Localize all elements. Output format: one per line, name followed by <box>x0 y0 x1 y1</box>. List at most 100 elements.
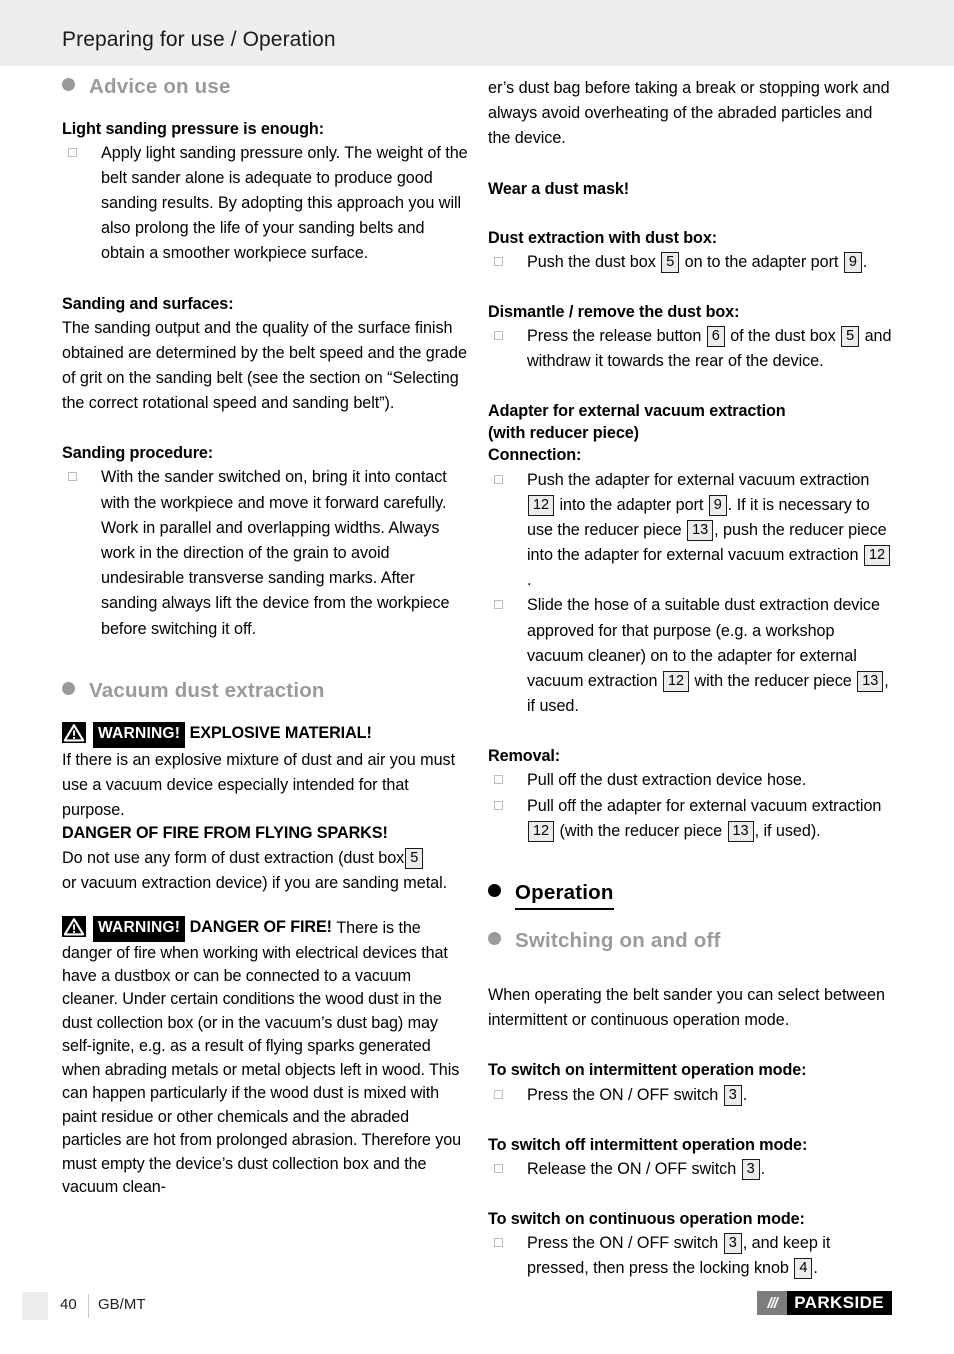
reference-box: 5 <box>405 847 424 869</box>
subheading-adapter-line-2: (with reducer piece) <box>488 424 639 443</box>
page-title: Preparing for use / Operation <box>62 28 336 51</box>
list-item: Release the ON / OFF switch 3. <box>488 1157 894 1182</box>
logo-slashes-icon: /// <box>757 1291 788 1315</box>
page-body: Advice on use Light sanding pressure is … <box>0 75 954 1280</box>
list-item: With the sander switched on, bring it in… <box>62 465 468 641</box>
square-bullet-icon <box>494 330 503 340</box>
list-item-text: Slide the hose of a suitable dust extrac… <box>527 593 894 719</box>
subheading-wear-a-dust-mask: Wear a dust mask! <box>488 179 630 198</box>
paragraph-continued: er’s dust bag before taking a break or s… <box>488 79 890 148</box>
section-title: Switching on and off <box>515 928 721 952</box>
text-segment: , if used). <box>754 821 821 840</box>
list-item-text: Push the dust box 5 on to the adapter po… <box>527 250 894 275</box>
text-segment: . <box>862 252 868 271</box>
square-bullet-icon <box>68 147 77 157</box>
reference-box: 5 <box>661 251 680 273</box>
subheading-sanding-procedure: Sanding procedure: <box>62 444 214 463</box>
parkside-logo: /// PARKSIDE <box>757 1291 892 1315</box>
list-item: Apply light sanding pressure only. The w… <box>62 141 468 267</box>
footer-color-swatch <box>22 1292 48 1320</box>
subheading-light-sanding-pressure: Light sanding pressure is enough: <box>62 119 325 138</box>
list-item: Press the ON / OFF switch 3. <box>488 1083 894 1108</box>
paragraph-sanding-and-surfaces: The sanding output and the quality of th… <box>62 318 467 413</box>
square-bullet-icon <box>494 1238 503 1248</box>
logo-wordmark: PARKSIDE <box>787 1291 892 1315</box>
square-bullet-icon <box>494 600 503 610</box>
bullet-circle-icon <box>62 78 75 91</box>
reference-box: 3 <box>723 1084 742 1106</box>
section-title: Operation <box>515 881 614 910</box>
square-bullet-icon <box>494 1163 503 1173</box>
text-segment: with the reducer piece <box>694 672 852 690</box>
list-item: Press the ON / OFF switch 3, and keep it… <box>488 1231 894 1281</box>
text-segment: Pull off the adapter for external vacuum… <box>527 796 882 815</box>
warning-body-text: There is the danger of fire when working… <box>62 918 462 1197</box>
text-segment: on to the adapter port <box>684 252 839 271</box>
warning-headline: EXPLOSIVE MATERIAL! <box>189 724 372 743</box>
text-segment: Push the adapter for external vacuum ext… <box>527 470 870 489</box>
footer-divider <box>88 1294 89 1318</box>
reference-box: 12 <box>528 820 555 842</box>
reference-box: 13 <box>687 519 714 541</box>
subheading-removal: Removal: <box>488 747 561 766</box>
list-item: Pull off the adapter for external vacuum… <box>488 794 894 844</box>
text-segment: Press the ON / OFF switch <box>527 1085 719 1104</box>
warning-headline: DANGER OF FIRE! <box>189 917 332 936</box>
subheading-switch-off-intermittent: To switch off intermittent operation mod… <box>488 1135 808 1154</box>
reference-box: 12 <box>528 494 555 516</box>
reference-box: 6 <box>706 325 725 348</box>
list-item-text: Pull off the adapter for external vacuum… <box>527 794 894 844</box>
text-segment: Release the ON / OFF switch <box>527 1159 737 1178</box>
list-item-text: Release the ON / OFF switch 3. <box>527 1157 894 1182</box>
section-heading-operation: Operation <box>488 881 894 910</box>
square-bullet-icon <box>494 1089 503 1099</box>
text-segment: Press the ON / OFF switch <box>527 1234 719 1253</box>
reference-box: 9 <box>843 251 862 273</box>
warning-triangle-icon <box>62 722 86 744</box>
reference-box: 5 <box>841 325 860 348</box>
list-item: Push the adapter for external vacuum ext… <box>488 468 894 594</box>
reference-box: 13 <box>727 820 754 842</box>
list-item: Push the dust box 5 on to the adapter po… <box>488 250 894 275</box>
list-item-text: Press the ON / OFF switch 3, and keep it… <box>527 1231 894 1281</box>
text-segment: Press the release button <box>527 326 702 345</box>
text-segment: (with the reducer piece <box>559 821 723 840</box>
warning-banner-fire: WARNING! DANGER OF FIRE! There is the da… <box>62 915 468 1200</box>
warning-tag-label: WARNING! <box>93 915 186 942</box>
text-segment: into the adapter port <box>559 495 704 514</box>
text-segment: . <box>760 1159 766 1178</box>
warning-banner-explosive: WARNING! EXPLOSIVE MATERIAL! <box>62 722 468 748</box>
page-number: 40 <box>60 1296 77 1313</box>
text-segment: . <box>813 1259 818 1278</box>
running-header: Preparing for use / Operation <box>0 0 954 66</box>
square-bullet-icon <box>494 800 503 810</box>
list-item-text: Apply light sanding pressure only. The w… <box>101 143 468 263</box>
language-code: GB/MT <box>98 1296 146 1313</box>
subheading-dismantle-remove-dust-box: Dismantle / remove the dust box: <box>488 302 740 321</box>
reference-box: 3 <box>723 1233 742 1255</box>
square-bullet-icon <box>494 775 503 785</box>
subheading-adapter-line-1: Adapter for external vacuum extraction <box>488 402 786 421</box>
section-heading-advice-on-use: Advice on use <box>62 75 468 99</box>
list-item-text: Push the adapter for external vacuum ext… <box>527 468 894 594</box>
page-footer: 40 GB/MT /// PARKSIDE <box>0 1282 954 1354</box>
square-bullet-icon <box>68 472 77 482</box>
reference-box: 9 <box>708 494 727 516</box>
list-item-text: Press the ON / OFF switch 3. <box>527 1083 894 1108</box>
reference-box: 12 <box>662 671 689 693</box>
section-title: Vacuum dust extraction <box>89 678 325 702</box>
subheading-adapter-connection: Connection: <box>488 446 582 465</box>
list-item: Slide the hose of a suitable dust extrac… <box>488 593 894 719</box>
list-item-text: Pull off the dust extraction device hose… <box>527 771 807 790</box>
